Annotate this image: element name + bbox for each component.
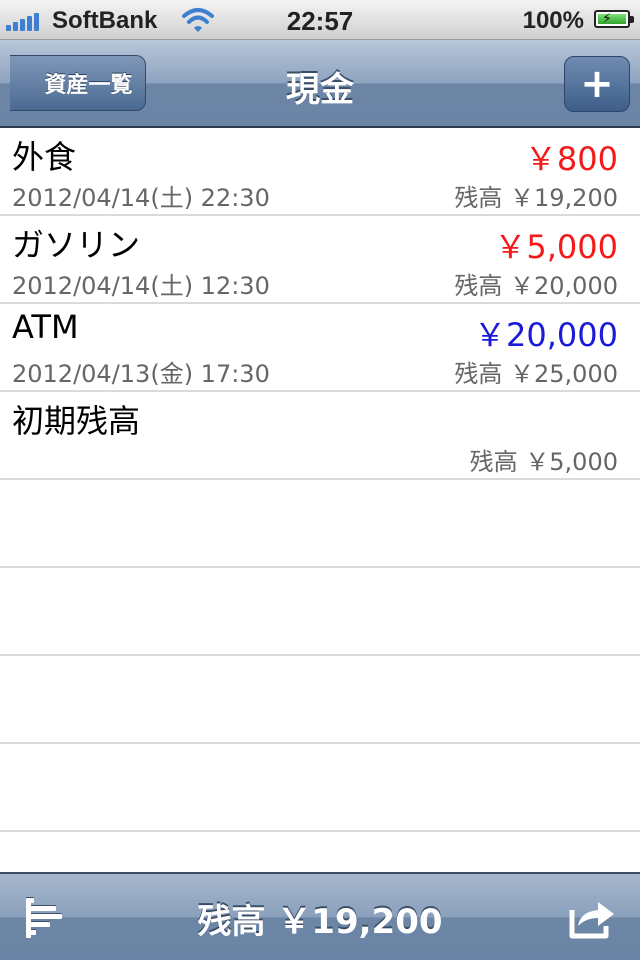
item-amount: ￥5,000	[494, 228, 618, 266]
transaction-list: 外食 ￥800 2012/04/14(土) 22:30 残高 ￥19,200 ガ…	[0, 128, 640, 872]
item-balance: 残高 ￥20,000	[454, 272, 618, 300]
list-item[interactable]: ATM ￥20,000 2012/04/13(金) 17:30 残高 ￥25,0…	[0, 304, 640, 392]
battery-icon: ⚡	[594, 10, 634, 28]
item-title: ATM	[12, 308, 79, 346]
item-title: 初期残高	[12, 402, 141, 440]
total-balance: 残高 ￥19,200	[197, 902, 443, 942]
item-title: ガソリン	[12, 226, 141, 264]
list-item[interactable]: ガソリン ￥5,000 2012/04/14(土) 12:30 残高 ￥20,0…	[0, 216, 640, 304]
page-title: 現金	[286, 70, 354, 110]
item-balance: 残高 ￥19,200	[454, 184, 618, 212]
item-amount: ￥20,000	[474, 316, 618, 354]
item-date: 2012/04/14(土) 12:30	[12, 272, 270, 300]
battery-percentage: 100%	[522, 7, 584, 34]
item-date: 2012/04/13(金) 17:30	[12, 360, 270, 388]
item-amount: ￥800	[524, 140, 618, 178]
list-item[interactable]: 外食 ￥800 2012/04/14(土) 22:30 残高 ￥19,200	[0, 128, 640, 216]
item-date: 2012/04/14(土) 22:30	[12, 184, 270, 212]
navigation-bar: 資産一覧 現金 +	[0, 40, 640, 128]
plus-icon: +	[580, 61, 614, 107]
item-balance: 残高 ￥5,000	[469, 448, 618, 476]
share-icon[interactable]	[568, 896, 616, 940]
list-item[interactable]: 初期残高 残高 ￥5,000	[0, 392, 640, 480]
item-title: 外食	[12, 138, 77, 176]
empty-row	[0, 568, 640, 656]
empty-row	[0, 480, 640, 568]
add-button[interactable]: +	[564, 56, 630, 112]
status-bar: SoftBank 22:57 100% ⚡	[0, 0, 640, 40]
bottom-toolbar: 残高 ￥19,200	[0, 872, 640, 960]
empty-row	[0, 656, 640, 744]
item-balance: 残高 ￥25,000	[454, 360, 618, 388]
empty-row	[0, 744, 640, 832]
